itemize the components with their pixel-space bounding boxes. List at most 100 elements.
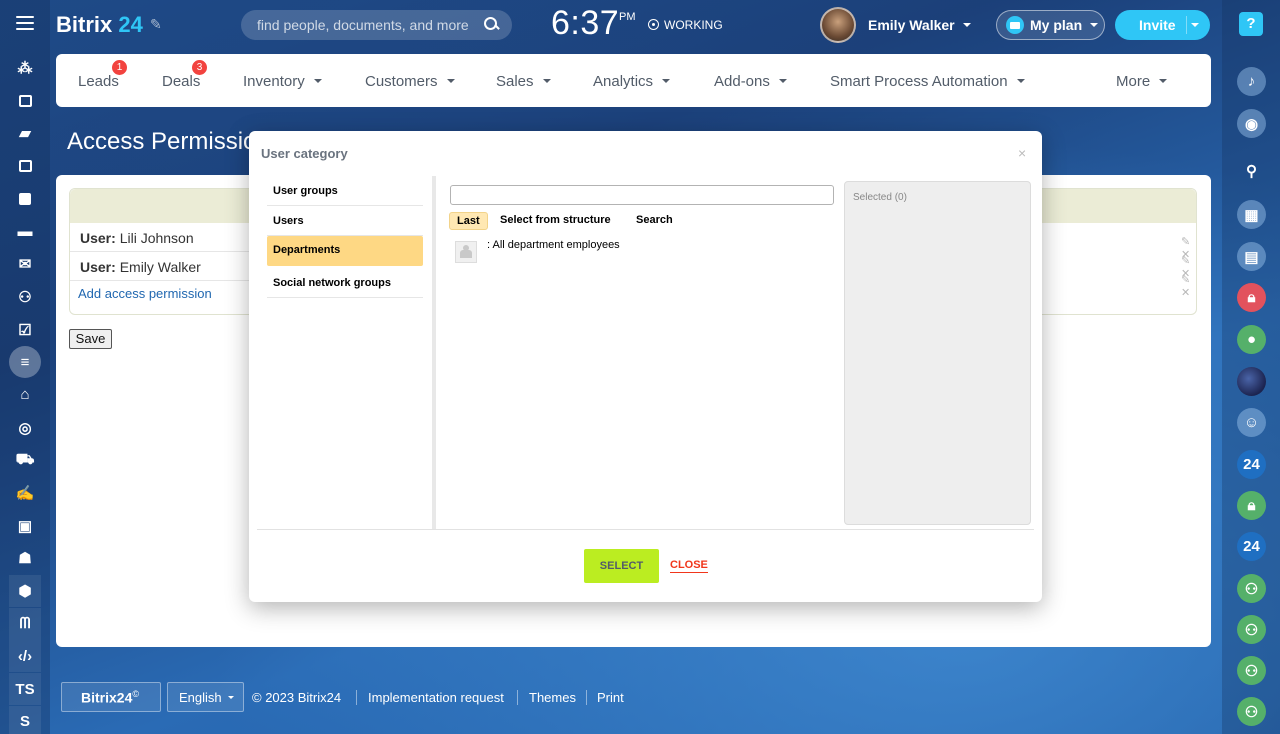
category-social-network-groups[interactable]: Social network groups [267, 268, 423, 298]
nav-item-inventory[interactable]: Inventory [243, 73, 322, 90]
nav-item-smart-process[interactable]: Smart Process Automation [830, 73, 1025, 90]
activity-icon[interactable]: ⁂ [9, 52, 41, 84]
automation-icon[interactable]: ᗰ [9, 607, 41, 640]
group-chat-icon[interactable]: ☺ [1237, 408, 1266, 437]
bitrix24-icon[interactable]: 24 [1237, 532, 1266, 561]
bitrix-logo[interactable]: Bitrix 24 [56, 12, 143, 38]
implementation-request-link[interactable]: Implementation request [368, 690, 504, 705]
search-icon[interactable]: ⚲ [1237, 156, 1266, 185]
bell-icon[interactable]: ♪ [1237, 67, 1266, 96]
tab-select-from-structure[interactable]: Select from structure [493, 212, 618, 228]
avatar[interactable] [1237, 367, 1266, 396]
table-row: User: Emily Walker [80, 259, 201, 275]
nav-item-more[interactable]: More [1116, 73, 1168, 90]
bitrix24-icon[interactable]: 24 [1237, 450, 1266, 479]
search-icon[interactable] [484, 17, 498, 31]
cart-icon[interactable]: ⛟ [9, 444, 41, 476]
target-icon[interactable]: ◎ [9, 412, 41, 444]
add-access-permission-link[interactable]: Add access permission [78, 286, 212, 301]
category-user-groups[interactable]: User groups [267, 176, 423, 206]
chevron-down-icon[interactable] [1191, 23, 1199, 27]
select-button[interactable]: SELECT [584, 549, 659, 583]
table-row: User: Lili Johnson [80, 230, 194, 246]
document-icon[interactable] [9, 183, 41, 215]
robot-icon[interactable]: ☗ [9, 542, 41, 574]
top-nav: Leads 1 Deals 3 Inventory Customers Sales … [56, 54, 1211, 107]
calendar-icon[interactable] [9, 150, 41, 182]
close-button[interactable]: CLOSE [670, 560, 708, 573]
contact-card-icon[interactable]: ▤ [1237, 242, 1266, 271]
category-users[interactable]: Users [267, 206, 423, 236]
sign-icon[interactable]: ✍ [9, 477, 41, 509]
print-link[interactable]: Print [597, 690, 624, 705]
pencil-icon[interactable]: ✎ [1181, 255, 1190, 267]
user-category-dialog: User category × User groups Users Depart… [249, 131, 1042, 602]
user-icon[interactable]: ● [1237, 325, 1266, 354]
clock[interactable]: 6:37 [551, 4, 619, 43]
pencil-icon[interactable]: ✎ [1181, 236, 1190, 248]
close-icon[interactable]: ✕ [1181, 287, 1190, 299]
tab-last[interactable]: Last [449, 212, 488, 230]
user-menu[interactable]: Emily Walker [868, 17, 971, 33]
chevron-down-icon [1159, 79, 1168, 83]
language-select[interactable]: English [167, 682, 244, 712]
record-icon [648, 19, 659, 30]
tasks-icon[interactable]: ☑ [9, 314, 41, 346]
sidebar-item-s[interactable]: S [9, 705, 41, 734]
avatar[interactable] [820, 7, 856, 43]
list-item[interactable]: : All department employees [455, 239, 620, 263]
counter-badge: 3 [192, 60, 207, 75]
lock-icon[interactable]: 🔒︎ [1237, 491, 1266, 520]
pencil-icon[interactable]: ✎ [1181, 274, 1190, 286]
category-departments[interactable]: Departments [267, 236, 423, 266]
my-plan-button[interactable]: My plan [996, 10, 1105, 40]
messenger-icon[interactable]: ◉ [1237, 109, 1266, 138]
search-input[interactable]: find people, documents, and more [241, 10, 512, 40]
chevron-down-icon [446, 79, 455, 83]
work-status[interactable]: WORKING [648, 18, 723, 32]
chevron-down-icon [313, 79, 322, 83]
row-actions[interactable]: ✎ ✕ [1181, 273, 1196, 299]
users-icon[interactable]: ⚇ [1237, 615, 1266, 644]
chevron-down-icon [227, 696, 234, 699]
calendar-icon[interactable]: ▦ [1237, 200, 1266, 229]
drive-icon[interactable]: ▬ [9, 215, 41, 247]
chevron-down-icon [1016, 79, 1025, 83]
lock-icon[interactable]: 🔒︎ [1237, 283, 1266, 312]
counter-badge: 1 [112, 60, 127, 75]
close-icon[interactable]: × [1018, 145, 1026, 161]
store-icon[interactable]: ⌂ [9, 379, 41, 411]
chevron-down-icon [542, 79, 551, 83]
crm-funnel-icon[interactable]: ≡ [9, 346, 41, 379]
developer-icon[interactable]: ‹/› [9, 640, 41, 673]
nav-item-sales[interactable]: Sales [496, 73, 551, 90]
users-icon[interactable]: ⚇ [1237, 697, 1266, 726]
pencil-icon[interactable]: ✎ [150, 16, 162, 33]
save-button[interactable]: Save [69, 329, 112, 349]
box-icon[interactable]: ⬢ [9, 575, 41, 607]
chevron-down-icon [962, 23, 971, 27]
sidebar-item-ts[interactable]: TS [9, 673, 41, 706]
nav-item-addons[interactable]: Add-ons [714, 73, 787, 90]
mail-icon[interactable]: ✉ [9, 248, 41, 280]
users-icon[interactable]: ⚇ [1237, 656, 1266, 685]
news-icon[interactable] [9, 85, 41, 117]
nav-item-analytics[interactable]: Analytics [593, 73, 671, 90]
invite-button[interactable]: Invite [1115, 10, 1210, 40]
users-icon[interactable]: ⚇ [1237, 574, 1266, 603]
department-icon [455, 241, 477, 263]
chat-icon[interactable]: ▰ [9, 117, 41, 149]
search-input[interactable] [450, 185, 834, 205]
tab-search[interactable]: Search [629, 212, 680, 228]
nav-item-deals[interactable]: Deals 3 [162, 60, 207, 90]
chevron-down-icon [662, 79, 671, 83]
footer-logo[interactable]: Bitrix24© [61, 682, 161, 712]
help-button[interactable]: ? [1239, 12, 1263, 36]
group-icon[interactable]: ⚇ [9, 281, 41, 313]
nav-item-leads[interactable]: Leads 1 [78, 60, 127, 90]
nav-item-customers[interactable]: Customers [365, 73, 455, 90]
contact-card-icon[interactable]: ▣ [9, 510, 41, 542]
chevron-down-icon [1090, 23, 1099, 27]
themes-link[interactable]: Themes [529, 690, 576, 705]
menu-icon[interactable] [16, 16, 34, 30]
